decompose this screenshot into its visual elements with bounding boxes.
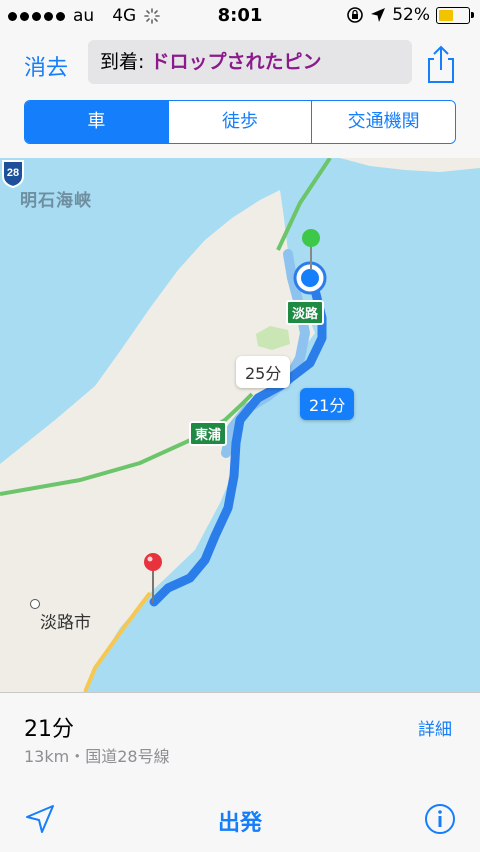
details-button[interactable]: 詳細 — [418, 715, 452, 740]
strait-label: 明石海峡 — [20, 191, 92, 211]
map-view[interactable]: 明石海峡 淡路市 淡路 東浦 28 25分 21分 — [0, 158, 480, 692]
tab-car[interactable]: 車 — [25, 101, 168, 143]
route-duration: 21分 — [24, 717, 74, 742]
destination-pin-head — [144, 553, 162, 571]
status-bar: au 4G 8:01 52% — [0, 0, 480, 32]
battery-percent: 52% — [392, 5, 430, 25]
city-marker — [30, 599, 40, 609]
route-shield-number: 28 — [7, 167, 19, 179]
clear-button[interactable]: 消去 — [24, 50, 68, 82]
transport-mode-selector: 車 徒歩 交通機関 — [24, 100, 456, 144]
bottom-toolbar: 出発 — [0, 787, 480, 852]
main-route-time[interactable]: 21分 — [300, 388, 355, 420]
route-28-shield: 28 — [2, 160, 24, 188]
sign-higashiura: 東浦 — [189, 421, 228, 446]
tab-walk[interactable]: 徒歩 — [167, 101, 312, 143]
info-icon[interactable] — [424, 803, 456, 835]
start-location-dot — [301, 269, 319, 287]
start-button[interactable]: 出発 — [218, 811, 262, 836]
destination-field[interactable]: 到着: ドロップされたピン — [88, 40, 412, 84]
sign-awaji: 淡路 — [286, 300, 325, 325]
share-icon[interactable] — [424, 44, 458, 84]
tab-transit[interactable]: 交通機関 — [311, 101, 455, 143]
orientation-lock-icon — [347, 7, 364, 23]
location-arrow-icon[interactable] — [24, 803, 56, 835]
destination-value: ドロップされたピン — [150, 51, 322, 73]
route-info-panel: 21分 13km・国道28号線 詳細 — [0, 692, 480, 788]
location-services-icon — [371, 8, 386, 22]
status-right: 52% — [346, 5, 474, 25]
destination-pin-shine — [147, 556, 153, 562]
land-honshu — [340, 158, 480, 172]
directions-header: 消去 到着: ドロップされたピン 車 徒歩 交通機関 — [0, 32, 480, 159]
route-summary: 13km・国道28号線 — [24, 747, 170, 766]
alternate-route-time[interactable]: 25分 — [236, 356, 291, 388]
destination-label: 到着: — [100, 51, 151, 73]
start-pin-head — [302, 229, 320, 247]
start-navigation: 出発 — [0, 805, 480, 837]
battery-icon — [436, 6, 474, 24]
city-label: 淡路市 — [40, 613, 91, 633]
